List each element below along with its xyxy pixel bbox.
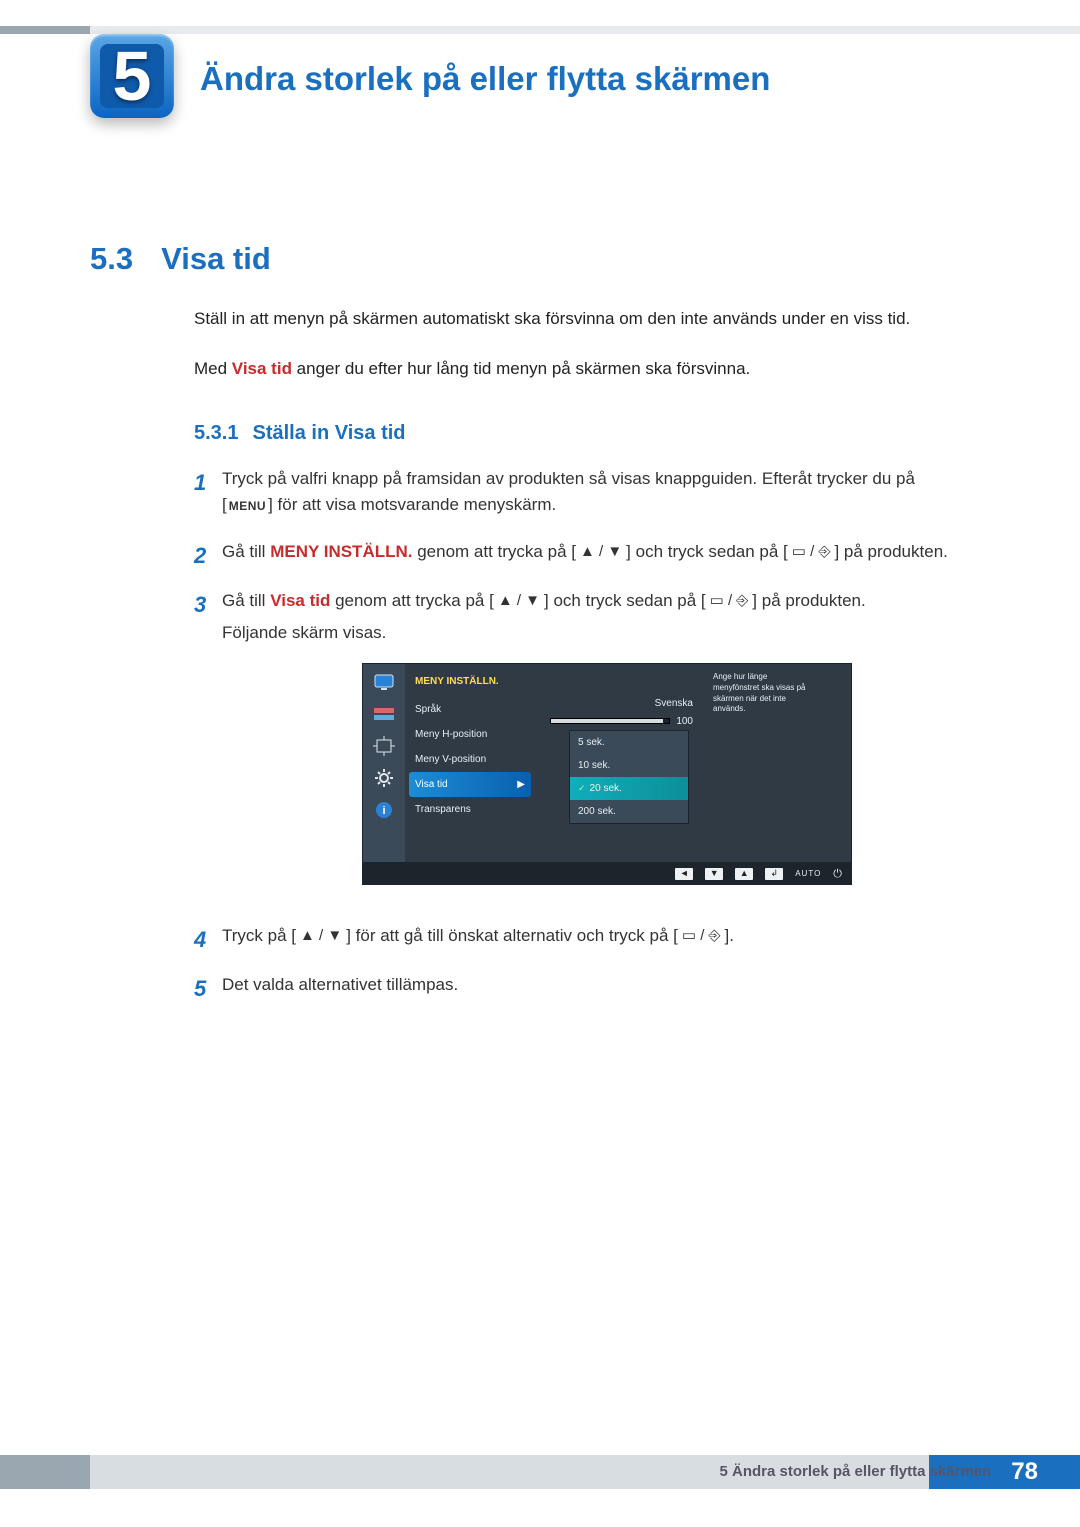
color-icon <box>372 704 396 724</box>
select-source-icon: ▭ / ⎆ <box>678 925 725 948</box>
step-1: 1 Tryck på valfri knapp på framsidan av … <box>194 466 970 523</box>
select-source-icon: ▭ / ⎆ <box>706 590 753 613</box>
intro-line-2: Med Visa tid anger du efter hur lång tid… <box>194 356 970 382</box>
nav-enter-icon: ↲ <box>765 868 783 880</box>
picture-icon <box>372 672 396 692</box>
osd-option: 200 sek. <box>570 800 688 823</box>
osd-value-hpos: 100 <box>541 712 699 730</box>
nav-down-icon: ▼ <box>705 868 723 880</box>
chapter-number: 5 <box>113 34 152 118</box>
step-5: 5 Det valda alternativet tillämpas. <box>194 972 970 1005</box>
osd-item-vpos: Meny V-position <box>405 747 535 772</box>
top-accent-bar <box>0 26 1080 34</box>
section-heading: 5.3 Visa tid <box>90 236 271 283</box>
subsection-title: Ställa in Visa tid <box>252 422 405 444</box>
up-down-icon: ▲ / ▼ <box>494 590 544 613</box>
settings-icon <box>372 768 396 788</box>
osd-help-text: Ange hur länge menyfönstret ska visas på… <box>705 664 815 862</box>
osd-item-sprak: Språk <box>405 697 535 722</box>
osd-item-visatid: Visa tid▶ <box>409 772 531 797</box>
section-intro: Ställ in att menyn på skärmen automatisk… <box>194 306 970 405</box>
up-down-icon: ▲ / ▼ <box>296 925 346 948</box>
osd-slider <box>550 718 670 724</box>
steps-list: 1 Tryck på valfri knapp på framsidan av … <box>194 466 970 1021</box>
osd-category-icons: i <box>363 664 405 862</box>
osd-value-sprak: Svenska <box>541 694 699 712</box>
osd-bottom-bar: ◄ ▼ ▲ ↲ AUTO ⏻ <box>362 863 852 885</box>
subsection-heading: 5.3.1 Ställa in Visa tid <box>194 418 406 448</box>
select-source-icon: ▭ / ⎆ <box>788 541 835 564</box>
step-number: 4 <box>194 923 222 956</box>
info-icon: i <box>372 800 396 820</box>
section-title: Visa tid <box>161 241 271 276</box>
auto-label: AUTO <box>795 868 821 880</box>
footer-chapter-text: 5 Ändra storlek på eller flytta skärmen <box>720 1461 992 1484</box>
osd-option: 5 sek. <box>570 731 688 754</box>
step-number: 2 <box>194 539 222 572</box>
osd-menu-title: MENY INSTÄLLN. <box>405 672 535 697</box>
osd-center-column: Svenska 100 5 sek. 10 sek. 20 sek. 200 s… <box>535 664 705 862</box>
step-number: 1 <box>194 466 222 523</box>
step-4: 4 Tryck på [▲ / ▼] för att gå till önska… <box>194 923 970 956</box>
subsection-number: 5.3.1 <box>194 422 238 444</box>
osd-options-popup: 5 sek. 10 sek. 20 sek. 200 sek. <box>569 730 689 824</box>
nav-up-icon: ▲ <box>735 868 753 880</box>
intro-line-1: Ställ in att menyn på skärmen automatisk… <box>194 306 970 332</box>
osd-option: 10 sek. <box>570 754 688 777</box>
section-number: 5.3 <box>90 241 133 276</box>
step-2: 2 Gå till MENY INSTÄLLN. genom att tryck… <box>194 539 970 572</box>
osd-option-selected: 20 sek. <box>570 777 688 800</box>
power-icon: ⏻ <box>833 866 842 883</box>
up-down-icon: ▲ / ▼ <box>576 541 626 564</box>
size-icon <box>372 736 396 756</box>
osd-item-transparens: Transparens <box>405 797 535 822</box>
step-3: 3 Gå till Visa tid genom att trycka på [… <box>194 588 970 907</box>
page-number: 78 <box>1011 1454 1038 1490</box>
step-number: 3 <box>194 588 222 907</box>
step-number: 5 <box>194 972 222 1005</box>
menu-keyword: MENU <box>227 499 268 513</box>
svg-text:i: i <box>382 805 385 817</box>
chapter-badge: 5 <box>90 34 174 118</box>
chapter-title: Ändra storlek på eller flytta skärmen <box>200 54 770 104</box>
footer-bar: 5 Ändra storlek på eller flytta skärmen … <box>0 1455 1080 1489</box>
nav-left-icon: ◄ <box>675 868 693 880</box>
osd-item-hpos: Meny H-position <box>405 722 535 747</box>
osd-screenshot: i MENY INSTÄLLN. Språk Meny H-position M… <box>362 663 852 885</box>
osd-left-column: MENY INSTÄLLN. Språk Meny H-position Men… <box>405 664 535 862</box>
